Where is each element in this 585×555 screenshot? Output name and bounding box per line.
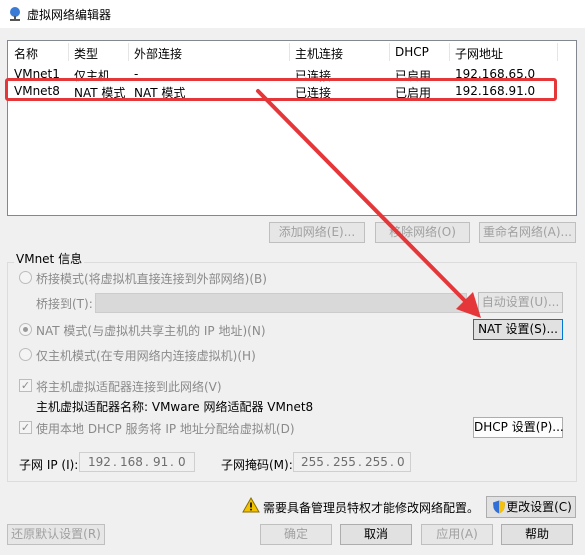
ip-octet-4: 0 [178,455,186,469]
window-title: 虚拟网络编辑器 [27,8,112,22]
mask-octet-4: 0 [397,455,405,469]
warning-icon [242,497,260,513]
header-name[interactable]: 名称 [14,45,38,62]
bridge-mode-label: 桥接模式(将虚拟机直接连接到外部网络)(B) [36,272,267,286]
host-only-radio[interactable] [19,348,32,361]
cancel-button[interactable]: 取消 [340,524,412,545]
mask-octet-2: 255 [333,455,356,469]
change-settings-button[interactable]: 更改设置(C) [486,496,576,518]
mask-octet-3: 255 [365,455,388,469]
subnet-ip-label: 子网 IP (I): [19,458,79,472]
apply-button[interactable]: 应用(A) [421,524,493,545]
selection-highlight-box [5,78,557,101]
ip-octet-2: 168 [120,455,143,469]
nat-mode-label: NAT 模式(与虚拟机共享主机的 IP 地址)(N) [36,324,266,338]
mask-octet-1: 255 [301,455,324,469]
add-network-button[interactable]: 添加网络(E)... [269,222,365,243]
ip-octet-3: 91 [153,455,169,469]
header-external[interactable]: 外部连接 [134,45,182,62]
use-dhcp-label: 使用本地 DHCP 服务将 IP 地址分配给虚拟机(D) [36,422,295,436]
connect-adapter-checkbox[interactable]: ✓ [19,379,32,392]
bridge-to-select[interactable] [95,293,467,313]
subnet-ip-input[interactable]: 192 . 168 . 91 . 0 [79,452,195,472]
bridge-mode-radio[interactable] [19,271,32,284]
change-settings-label: 更改设置(C) [506,500,572,514]
adapter-name-text: 主机虚拟适配器名称: VMware 网络适配器 VMnet8 [36,400,314,414]
header-subnet[interactable]: 子网地址 [455,45,503,62]
list-header: 名称 类型 外部连接 主机连接 DHCP 子网地址 [8,41,576,63]
connect-adapter-label: 将主机虚拟适配器连接到此网络(V) [36,380,222,394]
subnet-mask-input[interactable]: 255 . 255 . 255 . 0 [293,452,411,472]
dhcp-settings-button[interactable]: DHCP 设置(P)... [473,417,564,438]
uac-shield-icon [493,500,505,514]
help-button[interactable]: 帮助 [501,524,573,545]
rename-network-button[interactable]: 重命名网络(A)... [479,222,576,243]
header-type[interactable]: 类型 [74,45,98,62]
nat-settings-button[interactable]: NAT 设置(S)... [473,319,563,340]
restore-defaults-button[interactable]: 还原默认设置(R) [7,524,105,545]
nat-mode-radio[interactable] [19,323,32,336]
use-dhcp-checkbox[interactable]: ✓ [19,421,32,434]
host-only-label: 仅主机模式(在专用网络内连接虚拟机)(H) [36,349,256,363]
header-dhcp[interactable]: DHCP [395,45,429,59]
remove-network-button[interactable]: 移除网络(O) [375,222,470,243]
ok-button[interactable]: 确定 [260,524,332,545]
network-globe-icon [10,7,20,21]
subnet-mask-label: 子网掩码(M): [221,458,293,472]
header-host[interactable]: 主机连接 [295,45,343,62]
title-bar: 虚拟网络编辑器 [0,0,585,28]
ip-octet-1: 192 [88,455,111,469]
bridge-to-label: 桥接到(T): [36,297,93,311]
auto-settings-button[interactable]: 自动设置(U)... [478,292,563,313]
vmnet-info-title: VMnet 信息 [14,250,85,267]
admin-notice-text: 需要具备管理员特权才能修改网络配置。 [263,501,480,515]
network-list[interactable]: 名称 类型 外部连接 主机连接 DHCP 子网地址 VMnet1 仅主机... … [7,40,577,216]
